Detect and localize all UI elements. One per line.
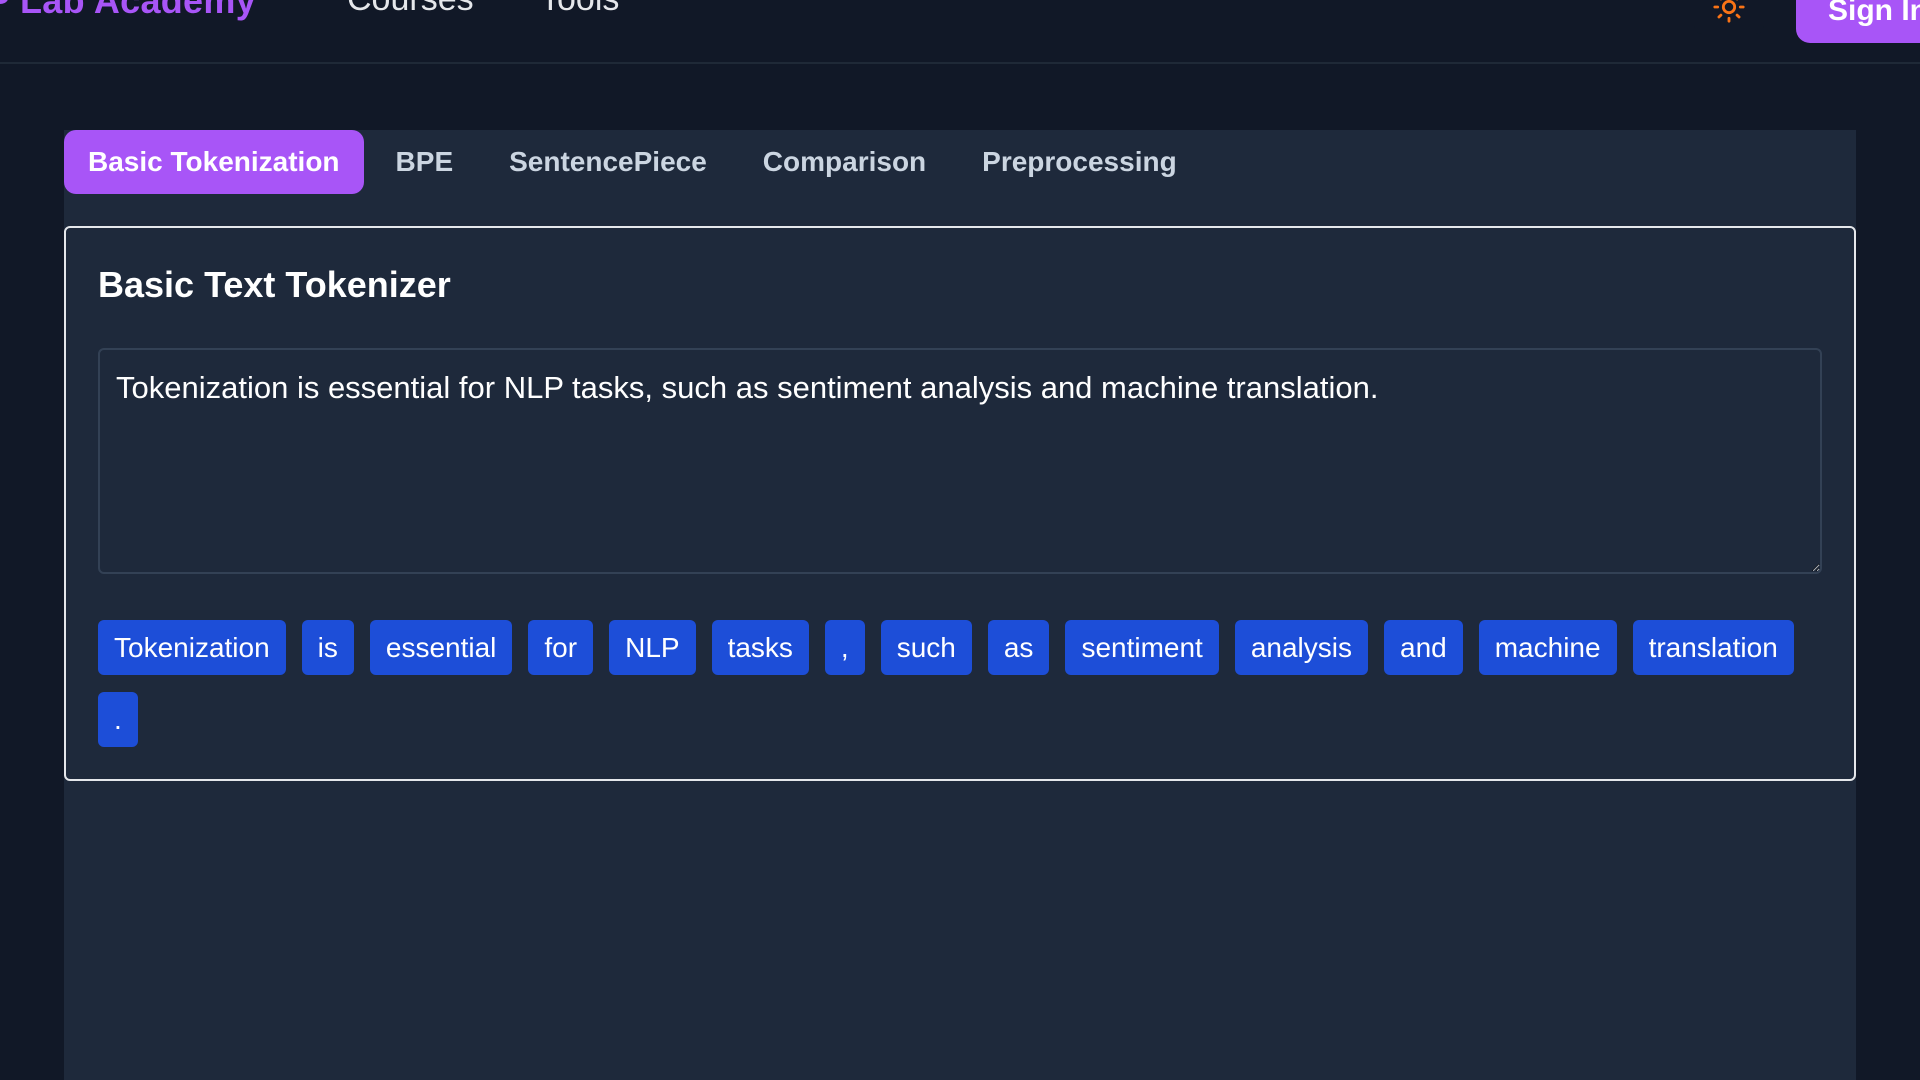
tab-preprocessing[interactable]: Preprocessing — [958, 130, 1201, 194]
token-chip: as — [987, 620, 1050, 675]
tab-bar: Basic Tokenization BPE SentencePiece Com… — [64, 130, 1209, 194]
token-chip: translation — [1632, 620, 1794, 675]
tokenizer-card: Basic Text Tokenizer Tokenization is ess… — [64, 226, 1856, 781]
tab-comparison[interactable]: Comparison — [739, 130, 950, 194]
token-chip: sentiment — [1065, 620, 1219, 675]
token-chip: analysis — [1234, 620, 1369, 675]
token-chip: tasks — [711, 620, 809, 675]
token-chip: is — [301, 620, 354, 675]
tab-basic-tokenization[interactable]: Basic Tokenization — [64, 130, 364, 194]
nav-courses[interactable]: Courses — [347, 0, 474, 19]
token-chip: , — [824, 620, 865, 675]
tab-bpe[interactable]: BPE — [372, 130, 478, 194]
nav-tools[interactable]: Tools — [540, 0, 619, 19]
token-chip: and — [1384, 620, 1463, 675]
brand-logo-text[interactable]: P Lab Academy — [0, 0, 256, 22]
token-chip: NLP — [609, 620, 696, 675]
token-chip: for — [528, 620, 594, 675]
sign-in-button[interactable]: Sign In — [1796, 0, 1920, 43]
tokenizer-text-input[interactable]: Tokenization is essential for NLP tasks,… — [98, 348, 1822, 574]
card-title: Basic Text Tokenizer — [98, 264, 451, 305]
theme-toggle-button[interactable] — [1694, 0, 1764, 34]
tab-sentencepiece[interactable]: SentencePiece — [485, 130, 731, 194]
token-list: Tokenization is essential for NLP tasks … — [98, 620, 1822, 747]
token-chip: . — [98, 692, 138, 747]
token-chip: essential — [369, 620, 513, 675]
token-chip: such — [880, 620, 972, 675]
token-chip: machine — [1478, 620, 1617, 675]
sun-icon — [1713, 0, 1745, 23]
top-header: P Lab Academy Courses Tools Sign In — [0, 0, 1920, 64]
tokenization-panel: Basic Tokenization BPE SentencePiece Com… — [64, 130, 1856, 1080]
token-chip: Tokenization — [98, 620, 286, 675]
